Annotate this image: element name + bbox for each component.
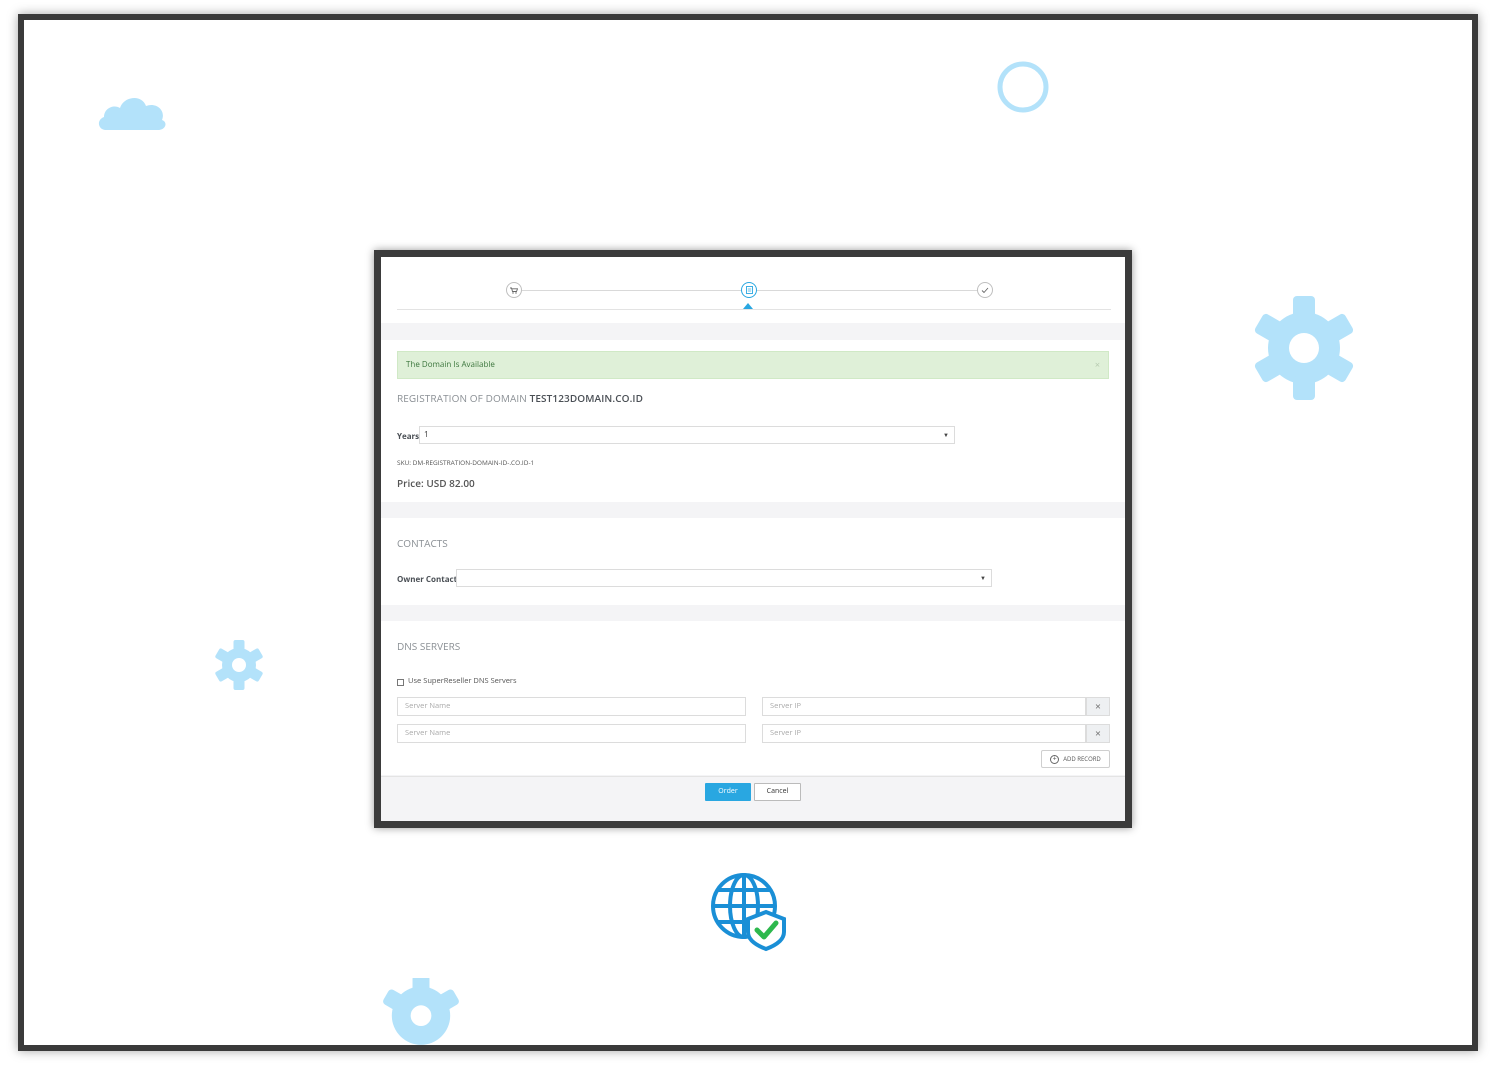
dns-section: DNS SERVERS Use SuperReseller DNS Server… (381, 621, 1125, 775)
globe-shield-icon (711, 873, 786, 952)
gear-icon-bottom (383, 978, 459, 1045)
contacts-section: CONTACTS Owner Contact ▼ (381, 518, 1125, 605)
screenshot-frame: The Domain Is Available × REGISTRATION O… (18, 14, 1478, 1051)
server-ip-input[interactable]: Server IP (762, 724, 1086, 743)
remove-record-button[interactable]: × (1086, 697, 1110, 716)
cancel-button[interactable]: Cancel (754, 783, 801, 801)
check-icon (981, 287, 989, 293)
years-value: 1 (424, 429, 429, 440)
steps-bar (381, 257, 1125, 323)
caret-down-icon: ▼ (943, 431, 949, 439)
owner-contact-select[interactable]: ▼ (456, 569, 992, 587)
steps-divider (397, 309, 1111, 310)
contacts-title: CONTACTS (397, 536, 448, 550)
step-cart (506, 282, 522, 298)
remove-record-button[interactable]: × (1086, 724, 1110, 743)
registration-title: REGISTRATION OF DOMAIN TEST123DOMAIN.CO.… (397, 391, 643, 405)
active-step-indicator (743, 303, 753, 309)
plus-circle-icon: + (1050, 754, 1060, 764)
availability-alert: The Domain Is Available × (397, 351, 1109, 379)
order-button[interactable]: Order (705, 783, 751, 801)
step-connector (522, 290, 745, 291)
add-record-label: ADD RECORD (1063, 755, 1101, 763)
dns-title: DNS SERVERS (397, 639, 461, 653)
step-details (741, 282, 757, 298)
alert-close-button[interactable]: × (1095, 352, 1100, 378)
step-connector (756, 290, 978, 291)
add-record-button[interactable]: + ADD RECORD (1041, 750, 1110, 768)
server-ip-input[interactable]: Server IP (762, 697, 1086, 716)
cloud-icon (98, 97, 166, 130)
registration-domain: TEST123DOMAIN.CO.ID (529, 391, 644, 405)
dialog-footer: Order Cancel (381, 776, 1125, 821)
caret-down-icon: ▼ (980, 574, 986, 582)
step-confirm (977, 282, 993, 298)
server-name-input[interactable]: Server Name (397, 724, 746, 743)
years-label: Years (397, 431, 420, 442)
order-dialog: The Domain Is Available × REGISTRATION O… (374, 250, 1132, 828)
use-superreseller-label: Use SuperReseller DNS Servers (408, 676, 517, 686)
alert-message: The Domain Is Available (406, 359, 495, 370)
server-name-input[interactable]: Server Name (397, 697, 746, 716)
use-superreseller-checkbox[interactable] (397, 679, 404, 686)
document-icon (745, 286, 753, 294)
gear-icon-small (215, 640, 263, 690)
years-select[interactable]: 1 ▼ (419, 426, 955, 444)
cart-icon (510, 287, 518, 294)
gear-icon-large (1254, 296, 1354, 400)
price-text: Price: USD 82.00 (397, 476, 475, 490)
owner-contact-label: Owner Contact (397, 574, 458, 585)
sku-text: SKU: DM-REGISTRATION-DOMAIN-ID-.CO.ID-1 (397, 458, 535, 467)
registration-prefix: REGISTRATION OF DOMAIN (397, 391, 527, 405)
ring-icon (997, 61, 1049, 113)
domain-section: The Domain Is Available × REGISTRATION O… (381, 340, 1125, 502)
